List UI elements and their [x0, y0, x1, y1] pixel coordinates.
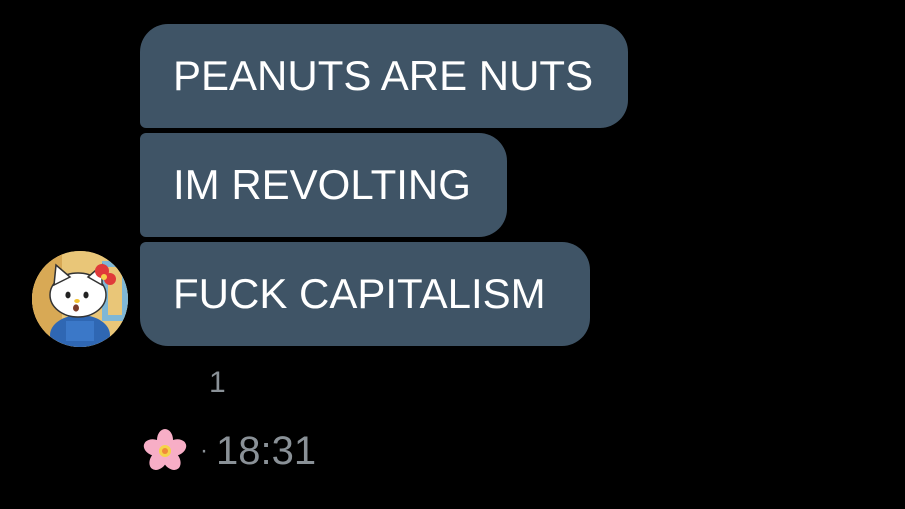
- reaction-count[interactable]: 1: [209, 366, 226, 400]
- message-meta: · 18:31: [142, 428, 316, 474]
- hello-kitty-avatar-icon: [32, 251, 128, 347]
- message-bubble[interactable]: IM REVOLTING: [140, 133, 507, 237]
- cherry-blossom-icon[interactable]: [142, 428, 188, 474]
- message-bubble[interactable]: PEANUTS ARE NUTS: [140, 24, 628, 128]
- separator: ·: [200, 437, 208, 464]
- message-bubble[interactable]: FUCK CAPITALISM: [140, 242, 590, 346]
- avatar[interactable]: [32, 251, 128, 347]
- message-text: IM REVOLTING: [173, 161, 471, 208]
- message-text: FUCK CAPITALISM: [173, 270, 546, 317]
- message-text: PEANUTS ARE NUTS: [173, 52, 594, 99]
- timestamp: 18:31: [216, 428, 317, 473]
